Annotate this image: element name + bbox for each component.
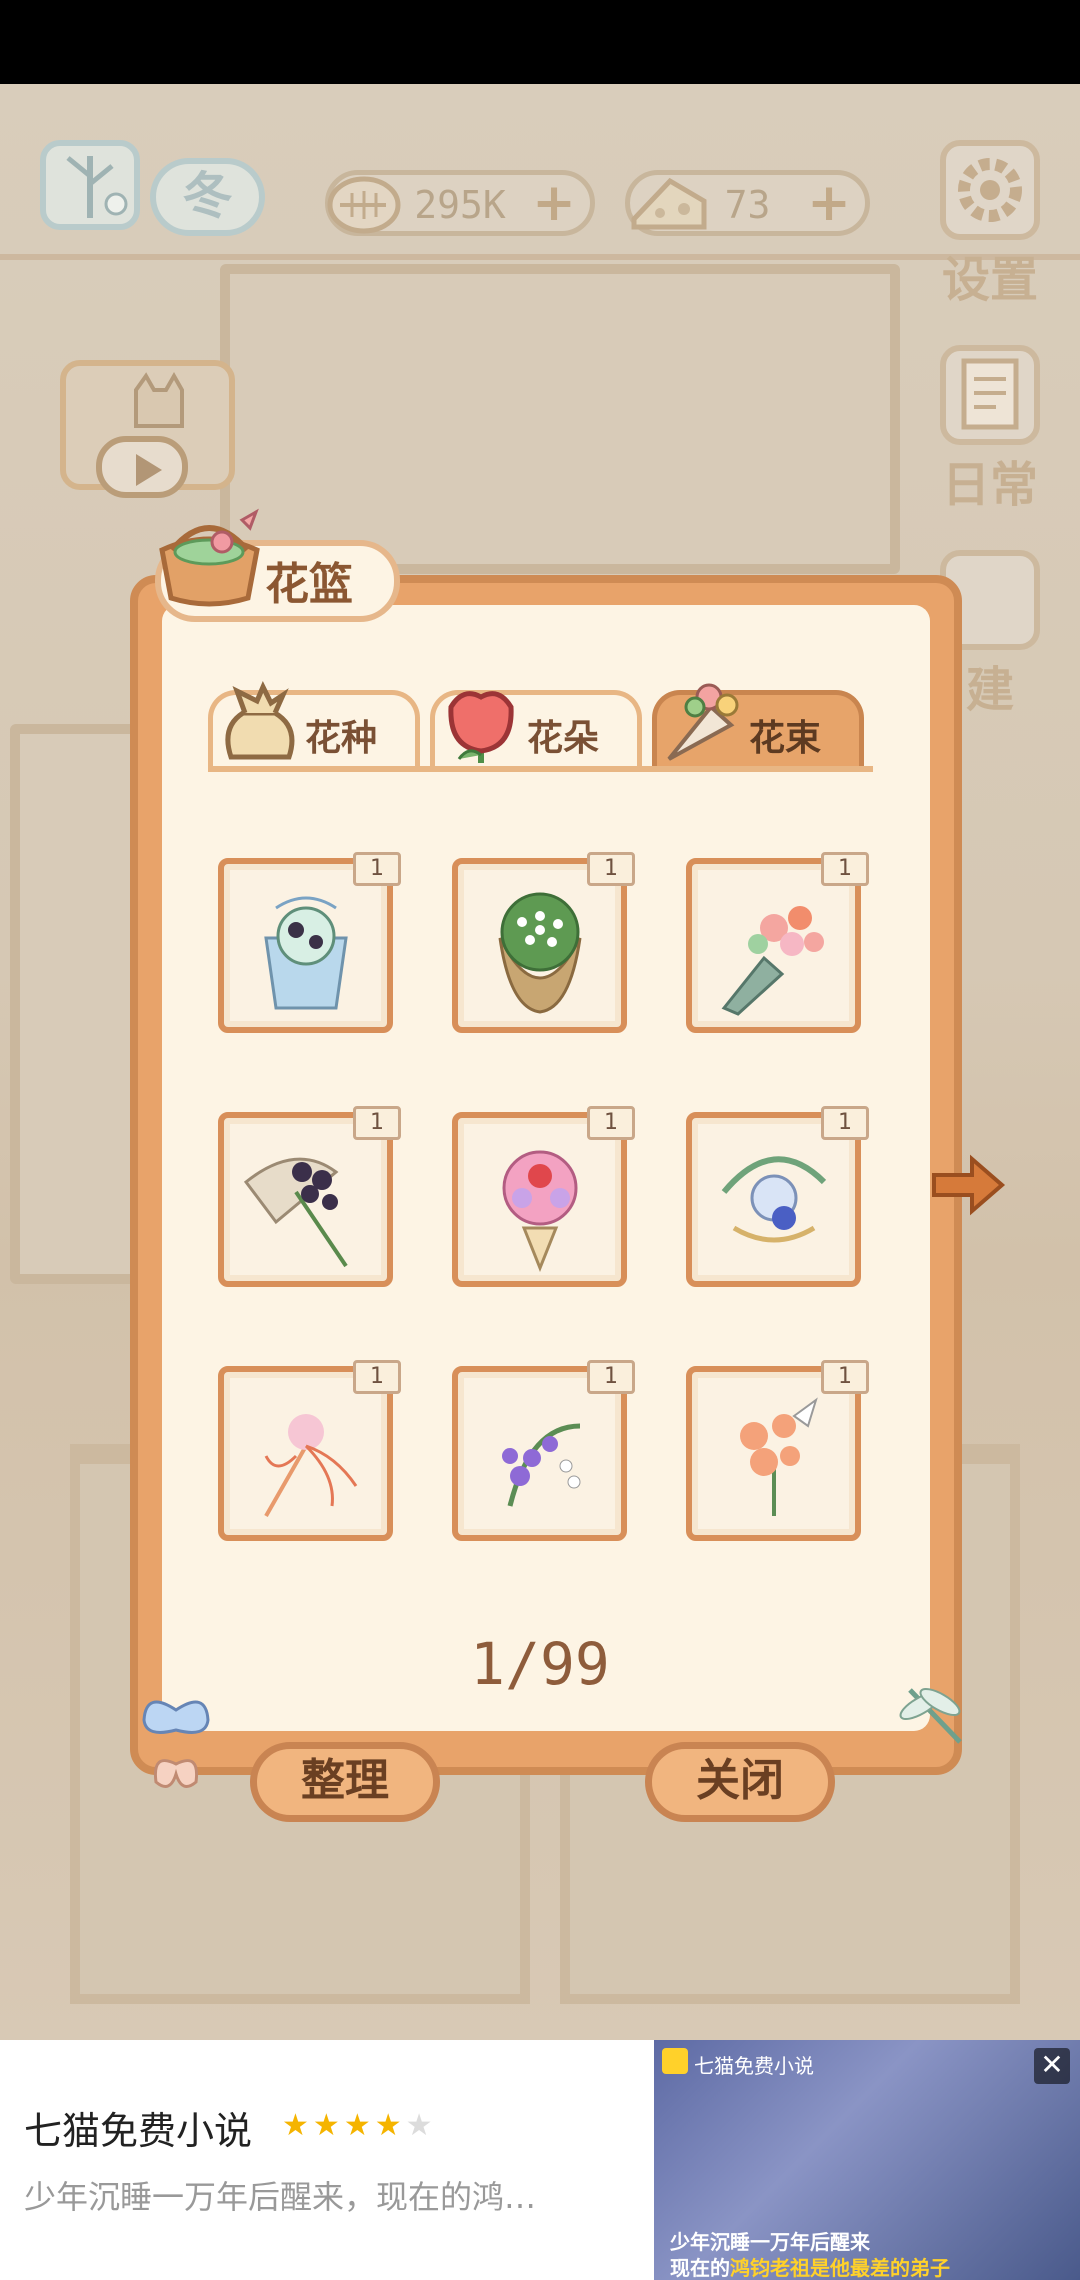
ad-app-name: 七猫免费小说 xyxy=(24,2109,253,2153)
star-icon: ★ xyxy=(343,2108,375,2143)
star-icon: ★ xyxy=(312,2108,344,2143)
dragonfly-icon xyxy=(890,1680,980,1750)
ad-thumb-caption: 现在的鸿钧老祖是他最差的弟子 xyxy=(670,2252,950,2280)
page-indicator: 1/99 xyxy=(470,1630,610,1698)
tab-flowers-label: 花朵 xyxy=(527,718,600,759)
butterfly-icon xyxy=(136,1690,216,1800)
rose-icon xyxy=(439,667,523,767)
star-icon: ★ xyxy=(405,2108,437,2143)
play-icon xyxy=(96,436,188,498)
ad-thumb-caption: 少年沉睡一万年后醒来 xyxy=(670,2230,870,2254)
purple-berry-bouquet-icon xyxy=(502,1423,581,1507)
bouquet-slot-3[interactable]: 1 xyxy=(686,852,869,1033)
ad-thumb-brand: 七猫免费小说 xyxy=(694,2054,814,2078)
fish-currency[interactable]: 295K + xyxy=(325,170,595,236)
bouquet-icon xyxy=(661,667,745,767)
gear-icon xyxy=(940,140,1040,240)
basket-icon xyxy=(152,498,267,613)
ad-close-button[interactable]: ✕ xyxy=(1034,2048,1070,2084)
background-wall-trim xyxy=(0,254,1080,260)
season-label: 冬 xyxy=(150,158,265,236)
cheese-currency[interactable]: 73 + xyxy=(625,170,870,236)
sort-button[interactable]: 整理 xyxy=(250,1742,440,1822)
daily-label: 日常 xyxy=(941,457,1038,513)
bouquet-slot-6[interactable]: 1 xyxy=(686,1106,869,1287)
tab-seeds-label: 花种 xyxy=(305,718,378,759)
ad-rating-stars: ★★★★★ xyxy=(282,2108,437,2143)
add-fish-button[interactable]: + xyxy=(532,177,576,229)
season-indicator[interactable]: 冬 xyxy=(40,120,270,240)
blue-wrapped-bouquet-icon xyxy=(264,896,348,1010)
settings-button[interactable]: 设置 xyxy=(930,140,1050,310)
pink-orange-bouquet-icon xyxy=(721,906,824,1016)
background-cabinet xyxy=(220,264,900,574)
daily-button[interactable]: 日常 xyxy=(930,345,1050,515)
close-button[interactable]: 关闭 xyxy=(645,1742,835,1822)
peach-flower-bouquet-icon xyxy=(740,1397,818,1516)
seed-bag-icon xyxy=(217,667,301,767)
ad-thumb-caption-prefix: 现在的 xyxy=(670,2256,730,2280)
ad-thumbnail[interactable]: 七猫免费小说 少年沉睡一万年后醒来 现在的鸿钧老祖是他最差的弟子 ✕ xyxy=(654,2040,1080,2280)
next-page-arrow-icon[interactable] xyxy=(928,1145,1008,1225)
ad-description: 少年沉睡一万年后醒来，现在的鸿… xyxy=(24,2178,537,2216)
tab-seeds[interactable]: 花种 xyxy=(208,681,420,770)
blue-wreath-bouquet-icon xyxy=(721,1156,827,1243)
bouquet-slot-1[interactable]: 1 xyxy=(218,852,401,1033)
cat-icon xyxy=(134,371,184,428)
settings-label: 设置 xyxy=(941,252,1038,308)
ad-banner[interactable]: 七猫免费小说 ★★★★★ 少年沉睡一万年后醒来，现在的鸿… 七猫免费小说 少年沉… xyxy=(0,2040,1080,2280)
bouquet-slot-8[interactable]: 1 xyxy=(452,1360,635,1541)
star-icon: ★ xyxy=(374,2108,406,2143)
category-tabs: 花种 花朵 花束 xyxy=(208,680,873,770)
blackberry-bouquet-icon xyxy=(243,1157,348,1268)
bouquet-slot-7[interactable]: 1 xyxy=(218,1360,401,1541)
tab-bouquets[interactable]: 花束 xyxy=(652,683,864,770)
bouquet-slot-9[interactable]: 1 xyxy=(686,1360,869,1541)
bouquet-slot-2[interactable]: 1 xyxy=(452,852,635,1033)
winter-tree-icon xyxy=(40,140,140,230)
bouquet-slot-5[interactable]: 1 xyxy=(452,1106,635,1287)
bouquet-slot-4[interactable]: 1 xyxy=(218,1106,401,1287)
app-logo-icon xyxy=(662,2048,688,2074)
pink-rose-cone-bouquet-icon xyxy=(502,1150,578,1272)
ad-thumb-caption-highlight: 鸿钧老祖是他最差的弟子 xyxy=(730,2256,950,2280)
add-cheese-button[interactable]: + xyxy=(807,177,851,229)
tabs-divider xyxy=(208,766,873,772)
watch-video-button[interactable] xyxy=(60,360,235,498)
paper-note-icon xyxy=(940,345,1040,445)
star-icon: ★ xyxy=(282,2108,313,2143)
status-bar xyxy=(0,0,1080,84)
dialog-title: 花篮 xyxy=(265,559,353,610)
tab-bouquets-label: 花束 xyxy=(749,718,822,759)
green-white-bouquet-icon xyxy=(498,892,582,1014)
fish-currency-value: 295K xyxy=(414,183,506,227)
cheese-currency-value: 73 xyxy=(724,183,771,227)
tab-flowers[interactable]: 花朵 xyxy=(430,690,642,770)
spider-lily-bouquet-icon xyxy=(264,1414,358,1517)
